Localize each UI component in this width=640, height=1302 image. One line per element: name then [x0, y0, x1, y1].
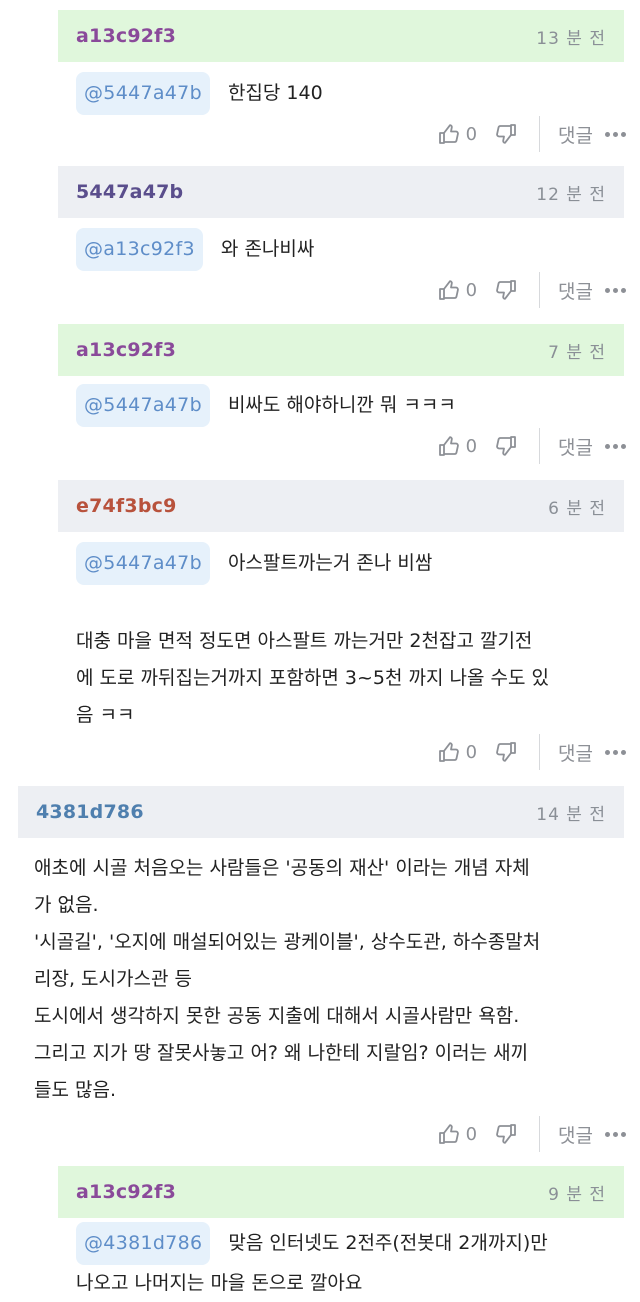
comment-text: 아스팔트까는거 존나 비쌈: [227, 552, 433, 574]
timestamp: 6 분 전: [548, 498, 606, 519]
author-name[interactable]: 4381d786: [36, 801, 144, 823]
divider: [539, 1116, 541, 1152]
thumbs-down-icon[interactable]: [493, 740, 517, 764]
comment-actions: 0 댓글: [438, 272, 626, 308]
comment-text: 들도 많음.: [34, 1079, 116, 1101]
timestamp: 13 분 전: [536, 28, 606, 49]
comment-actions: 0 댓글: [438, 428, 626, 464]
reply-button[interactable]: 댓글: [558, 121, 593, 148]
comment-text: 와 존나비싸: [220, 238, 315, 260]
more-options-icon[interactable]: [605, 131, 626, 137]
comment-header: e74f3bc9 6 분 전: [58, 480, 624, 532]
like-count: 0: [465, 279, 478, 301]
reply-button[interactable]: 댓글: [558, 1121, 593, 1148]
comment-header: 4381d786 14 분 전: [18, 786, 624, 838]
comment-text: 한집당 140: [227, 82, 323, 104]
comment-actions: 0 댓글: [438, 1116, 626, 1152]
comment-text: 대충 마을 면적 정도면 아스팔트 까는거만 2천잡고 깔기전: [76, 630, 533, 652]
comment-body: @5447a47b 아스팔트까는거 존나 비쌈 대충 마을 면적 정도면 아스팔트…: [76, 542, 549, 734]
author-name[interactable]: a13c92f3: [76, 1181, 176, 1203]
like-count: 0: [465, 435, 478, 457]
comment-text: 리장, 도시가스관 등: [34, 968, 192, 990]
comment-text: 그리고 지가 땅 잘못사놓고 어? 왜 나한테 지랄임? 이러는 새끼: [34, 1042, 529, 1064]
comment-text: '시골길', '오지에 매설되어있는 광케이블', 상수도관, 하수종말처: [34, 931, 541, 953]
thumbs-down-icon[interactable]: [493, 278, 517, 302]
comment-body: @5447a47b 비싸도 해야하니깐 뭐 ㅋㅋㅋ: [76, 384, 456, 427]
author-name[interactable]: a13c92f3: [76, 25, 176, 47]
comment-body: @4381d786 맞음 인터넷도 2전주(전봇대 2개까지)만 나오고 나머지는…: [76, 1222, 548, 1302]
thumbs-up-icon[interactable]: [438, 278, 462, 302]
comment-reply: a13c92f3 7 분 전 @5447a47b 비싸도 해야하니깐 뭐 ㅋㅋㅋ …: [0, 322, 640, 480]
comment-text: 맞음 인터넷도 2전주(전봇대 2개까지)만: [228, 1232, 548, 1254]
thumbs-up-icon[interactable]: [438, 122, 462, 146]
thumbs-up-icon[interactable]: [438, 434, 462, 458]
comment-body: 애초에 시골 처음오는 사람들은 '공동의 재산' 이라는 개념 자체 가 없음…: [34, 850, 540, 1109]
timestamp: 12 분 전: [536, 184, 606, 205]
more-options-icon[interactable]: [605, 1131, 626, 1137]
timestamp: 7 분 전: [548, 342, 606, 363]
thumbs-up-icon[interactable]: [438, 1122, 462, 1146]
divider: [539, 734, 541, 770]
comment-header: a13c92f3 9 분 전: [58, 1166, 624, 1218]
thumbs-down-icon[interactable]: [493, 122, 517, 146]
comment-reply: e74f3bc9 6 분 전 @5447a47b 아스팔트까는거 존나 비쌈 대충…: [0, 480, 640, 786]
comment-text: 가 없음.: [34, 894, 99, 916]
mention-tag[interactable]: @5447a47b: [76, 542, 210, 585]
more-options-icon[interactable]: [605, 749, 626, 755]
thumbs-up-icon[interactable]: [438, 740, 462, 764]
divider: [539, 428, 541, 464]
comment-text: 에 도로 까뒤집는거까지 포함하면 3~5천 까지 나올 수도 있: [76, 667, 549, 689]
comment-header: 5447a47b 12 분 전: [58, 166, 624, 218]
thumbs-down-icon[interactable]: [493, 434, 517, 458]
comment-header: a13c92f3 7 분 전: [58, 324, 624, 376]
comment-actions: 0 댓글: [438, 116, 626, 152]
timestamp: 14 분 전: [536, 804, 606, 825]
comment-top-level: 4381d786 14 분 전 애초에 시골 처음오는 사람들은 '공동의 재산…: [0, 786, 640, 1166]
more-options-icon[interactable]: [605, 287, 626, 293]
reply-button[interactable]: 댓글: [558, 277, 593, 304]
comment-text: 애초에 시골 처음오는 사람들은 '공동의 재산' 이라는 개념 자체: [34, 857, 530, 879]
comment-body: @a13c92f3 와 존나비싸: [76, 228, 314, 271]
comment-text: 도시에서 생각하지 못한 공동 지출에 대해서 시골사람만 욕함.: [34, 1005, 520, 1027]
comment-reply: a13c92f3 13 분 전 @5447a47b 한집당 140 0 댓글: [0, 0, 640, 166]
comment-reply: a13c92f3 9 분 전 @4381d786 맞음 인터넷도 2전주(전봇대 …: [0, 1166, 640, 1294]
reply-button[interactable]: 댓글: [558, 433, 593, 460]
like-count: 0: [465, 123, 478, 145]
more-options-icon[interactable]: [605, 443, 626, 449]
author-name[interactable]: a13c92f3: [76, 339, 176, 361]
timestamp: 9 분 전: [548, 1184, 606, 1205]
like-count: 0: [465, 741, 478, 763]
like-count: 0: [465, 1123, 478, 1145]
mention-tag[interactable]: @5447a47b: [76, 384, 210, 427]
comment-text: 나오고 나머지는 마을 돈으로 깔아요: [76, 1272, 363, 1294]
comment-text: 비싸도 해야하니깐 뭐 ㅋㅋㅋ: [227, 394, 456, 416]
comment-text: 음 ㅋㅋ: [76, 704, 135, 726]
comment-body: @5447a47b 한집당 140: [76, 72, 323, 115]
comment-reply: 5447a47b 12 분 전 @a13c92f3 와 존나비싸 0 댓글: [0, 166, 640, 322]
reply-button[interactable]: 댓글: [558, 739, 593, 766]
comment-header: a13c92f3 13 분 전: [58, 10, 624, 62]
mention-tag[interactable]: @5447a47b: [76, 72, 210, 115]
author-name[interactable]: e74f3bc9: [76, 495, 177, 517]
mention-tag[interactable]: @a13c92f3: [76, 228, 203, 271]
thumbs-down-icon[interactable]: [493, 1122, 517, 1146]
divider: [539, 272, 541, 308]
divider: [539, 116, 541, 152]
author-name[interactable]: 5447a47b: [76, 181, 183, 203]
mention-tag[interactable]: @4381d786: [76, 1222, 211, 1265]
comment-actions: 0 댓글: [438, 734, 626, 770]
